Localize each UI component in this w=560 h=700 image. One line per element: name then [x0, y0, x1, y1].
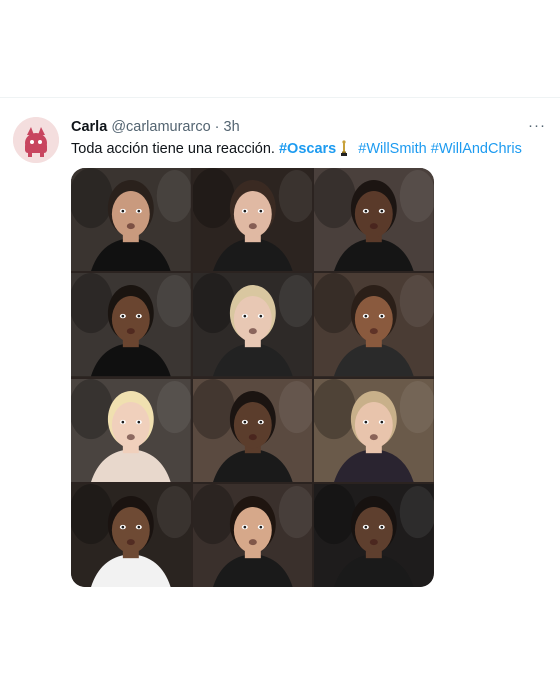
- reaction-photo[interactable]: [192, 483, 313, 587]
- tweet-media-collage[interactable]: [71, 168, 434, 587]
- more-options-icon[interactable]: ···: [528, 117, 546, 134]
- reaction-photo[interactable]: [314, 483, 434, 587]
- tweet-timestamp[interactable]: 3h: [224, 119, 240, 135]
- tweet-text-plain: Toda acción tiene una reacción.: [71, 141, 275, 157]
- reaction-photo[interactable]: [192, 273, 313, 377]
- reaction-photo[interactable]: [71, 273, 191, 377]
- reaction-photo[interactable]: [71, 378, 191, 482]
- tweet-header: Carla @carlamurarco · 3h: [71, 119, 240, 135]
- reaction-photo[interactable]: [71, 168, 191, 272]
- reaction-photo[interactable]: [314, 168, 434, 272]
- separator-dot: ·: [214, 119, 220, 135]
- tweet-text: Toda acción tiene una reacción. #Oscars …: [71, 140, 522, 157]
- reaction-photo[interactable]: [192, 168, 313, 272]
- avatar-image: [13, 117, 59, 163]
- hashtag-willandchris[interactable]: #WillAndChris: [431, 141, 522, 157]
- oscar-trophy-icon: [341, 140, 348, 156]
- avatar[interactable]: [13, 117, 59, 163]
- hashtag-willsmith[interactable]: #WillSmith: [358, 141, 426, 157]
- reaction-photo[interactable]: [314, 378, 434, 482]
- author-handle[interactable]: @carlamurarco: [111, 119, 210, 135]
- reaction-photo[interactable]: [314, 273, 434, 377]
- hashtag-oscars[interactable]: #Oscars: [279, 141, 336, 157]
- reaction-photo[interactable]: [192, 378, 313, 482]
- author-name[interactable]: Carla: [71, 119, 107, 135]
- reaction-photo[interactable]: [71, 483, 191, 587]
- reaction-photo-grid: [71, 168, 434, 587]
